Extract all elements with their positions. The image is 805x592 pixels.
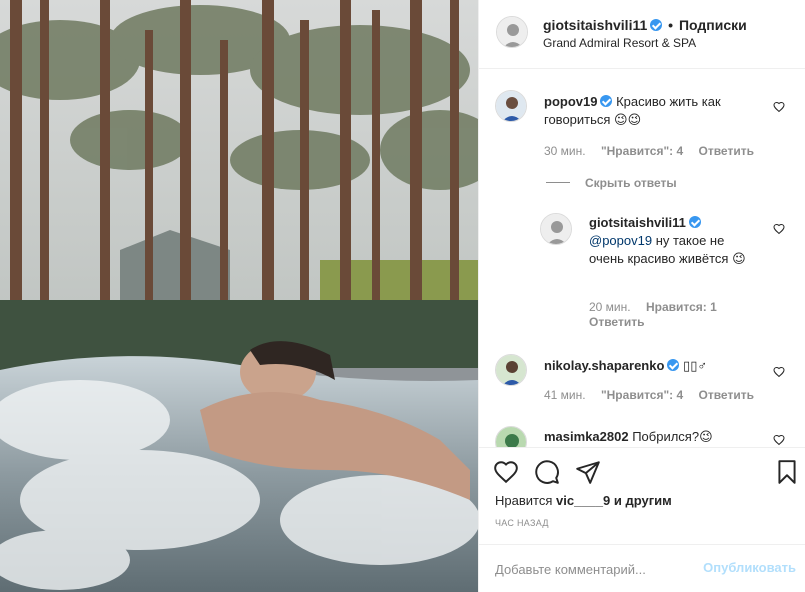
reply-button[interactable]: Ответить [699,144,754,158]
comment-text-block: nikolay.shaparenko ▯▯♂ [544,357,764,375]
comment-likes[interactable]: "Нравится": 4 [601,144,683,158]
avatar-image [496,427,526,447]
comment-text-block: giotsitaishvili11 @popov19 ну такое не о… [589,214,759,268]
like-comment-heart-icon[interactable] [773,434,785,446]
comment-meta: 41 мин. "Нравится": 4 Ответить [544,388,766,402]
comment-time[interactable]: 30 мин. [544,144,586,158]
comment-icon[interactable] [534,459,560,485]
comments-list[interactable]: popov19 Красиво жить как говориться 😉😉 3… [479,70,805,447]
commenter-avatar[interactable] [495,90,527,122]
reply-button[interactable]: Ответить [589,315,644,329]
commenter-avatar[interactable] [495,426,527,447]
post-header: giotsitaishvili11 • Подписки Grand Admir… [479,0,805,69]
avatar-image [496,355,526,385]
comment-time[interactable]: 20 мин. [589,300,631,314]
author-avatar[interactable] [496,16,528,48]
publish-button[interactable]: Опубликовать [703,560,796,575]
hide-replies-button[interactable]: Скрыть ответы [585,176,677,190]
add-comment-form: Опубликовать [479,544,805,592]
reply-item: giotsitaishvili11 @popov19 ну такое не о… [479,200,805,330]
comment-time[interactable]: 41 мин. [544,388,586,402]
like-comment-heart-icon[interactable] [773,366,785,378]
mention-link[interactable]: @popov19 [589,233,652,248]
author-line: giotsitaishvili11 • Подписки [543,17,747,33]
comment-meta: 20 мин. Нравится: 1 Ответить [589,300,739,330]
likes-suffix[interactable]: и другим [614,493,672,508]
reply-button[interactable]: Ответить [699,388,754,402]
comment-likes[interactable]: Нравится: 1 [646,300,717,314]
heart-icon[interactable] [493,459,519,485]
avatar-image [497,17,527,47]
comment-text: ▯▯♂ [683,358,708,373]
like-comment-heart-icon[interactable] [773,223,785,235]
comment-text: Побрился?😉 [632,429,713,444]
post-location[interactable]: Grand Admiral Resort & SPA [543,36,696,50]
comment-input[interactable] [495,559,705,579]
post-actions: Нравится vic____9 и другим ЧАС НАЗАД Опу… [479,447,805,592]
comment-username[interactable]: nikolay.shaparenko [544,358,664,373]
comment-meta: 30 мин. "Нравится": 4 Ответить [544,144,766,158]
post-photo[interactable] [0,0,478,592]
separator-dot: • [668,17,674,33]
comment-likes[interactable]: "Нравится": 4 [601,388,683,402]
comment-text-block: masimka2802 Побрился?😉 [544,428,764,446]
post-timestamp[interactable]: ЧАС НАЗАД [495,518,549,528]
comment-text-block: popov19 Красиво жить как говориться 😉😉 [544,93,764,129]
comment-item: masimka2802 Побрился?😉 [479,420,805,447]
hide-replies-line [546,182,570,183]
verified-icon [600,95,613,107]
bookmark-icon[interactable] [774,459,800,485]
comment-username[interactable]: popov19 [544,94,597,109]
avatar-image [541,214,571,244]
commenter-avatar[interactable] [495,354,527,386]
photo-illustration [0,0,478,592]
avatar-image [496,91,526,121]
comment-item: popov19 Красиво жить как говориться 😉😉 3… [479,70,805,170]
likes-user[interactable]: vic____9 [556,493,610,508]
comment-username[interactable]: giotsitaishvili11 [589,215,686,230]
like-comment-heart-icon[interactable] [773,101,785,113]
share-icon[interactable] [575,459,601,485]
commenter-avatar[interactable] [540,213,572,245]
author-username[interactable]: giotsitaishvili11 [543,17,647,33]
comment-username[interactable]: masimka2802 [544,429,629,444]
verified-icon [667,359,680,371]
likes-prefix: Нравится [495,493,553,508]
verified-icon [688,216,701,228]
comment-item: nikolay.shaparenko ▯▯♂ 41 мин. "Нравится… [479,342,805,412]
follow-button[interactable]: Подписки [679,17,747,33]
post-side-panel: giotsitaishvili11 • Подписки Grand Admir… [478,0,805,592]
likes-summary[interactable]: Нравится vic____9 и другим [495,493,672,508]
verified-icon [650,19,663,31]
